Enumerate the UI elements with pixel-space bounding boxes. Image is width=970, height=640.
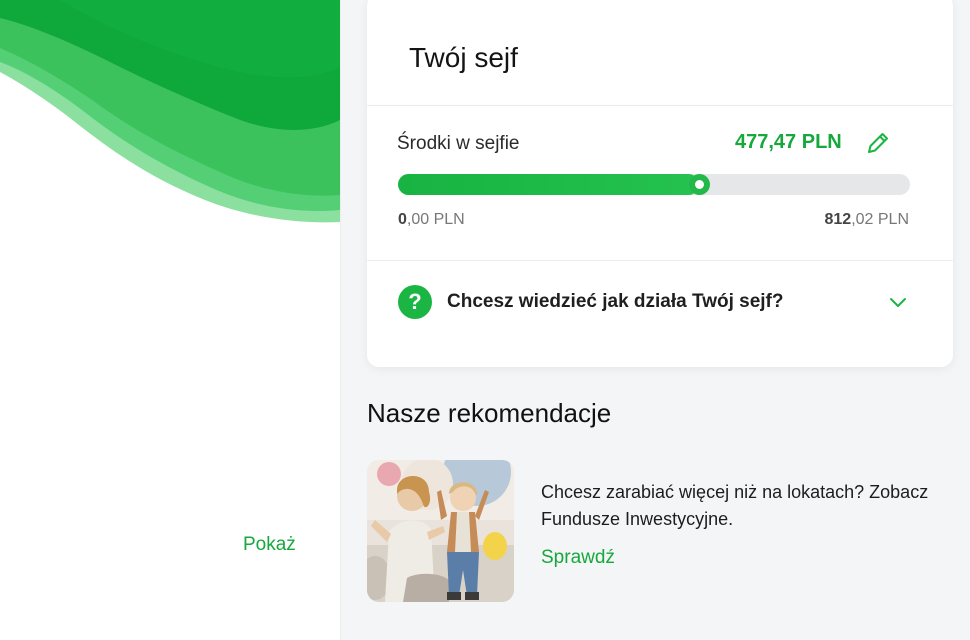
- chevron-down-icon[interactable]: [887, 294, 909, 310]
- card-divider-top: [367, 105, 953, 106]
- edit-button[interactable]: [865, 130, 891, 156]
- left-panel: Pokaż: [0, 0, 340, 640]
- max-value-main: 812: [824, 211, 852, 228]
- min-value-main: 0: [398, 211, 407, 228]
- recommendations-title: Nasze rekomendacje: [367, 398, 612, 428]
- funds-value: 477,47 PLN: [735, 131, 842, 153]
- recommendation-image[interactable]: [367, 460, 514, 602]
- panel-divider: [340, 0, 341, 640]
- faq-question: Chcesz wiedzieć jak działa Twój sejf?: [447, 291, 784, 312]
- max-value: 812,02 PLN: [824, 211, 909, 229]
- min-value-rest: ,00 PLN: [406, 211, 465, 228]
- pencil-icon: [868, 133, 888, 153]
- decorative-green-shape: [0, 0, 340, 240]
- min-value: 0,00 PLN: [398, 211, 465, 229]
- max-value-rest: ,02 PLN: [851, 211, 909, 228]
- show-link[interactable]: Pokaż: [243, 534, 296, 556]
- progress-handle: [689, 174, 711, 195]
- faq-toggle-row[interactable]: ? Chcesz wiedzieć jak działa Twój sejf?: [367, 260, 953, 355]
- recommendation-text: Chcesz zarabiać więcej niż na lokatach? …: [541, 482, 929, 529]
- card-title: Twój sejf: [409, 42, 518, 73]
- funds-label: Środki w sejfie: [397, 133, 520, 154]
- recommendation-check-link[interactable]: Sprawdź: [541, 547, 615, 569]
- funds-progress-track: [398, 174, 910, 195]
- funds-progress-fill: [398, 174, 700, 195]
- question-icon: ?: [398, 285, 432, 319]
- safe-card: Twój sejf Środki w sejfie 477,47 PLN 0,0…: [367, 0, 953, 367]
- progress-handle-dot: [695, 180, 705, 189]
